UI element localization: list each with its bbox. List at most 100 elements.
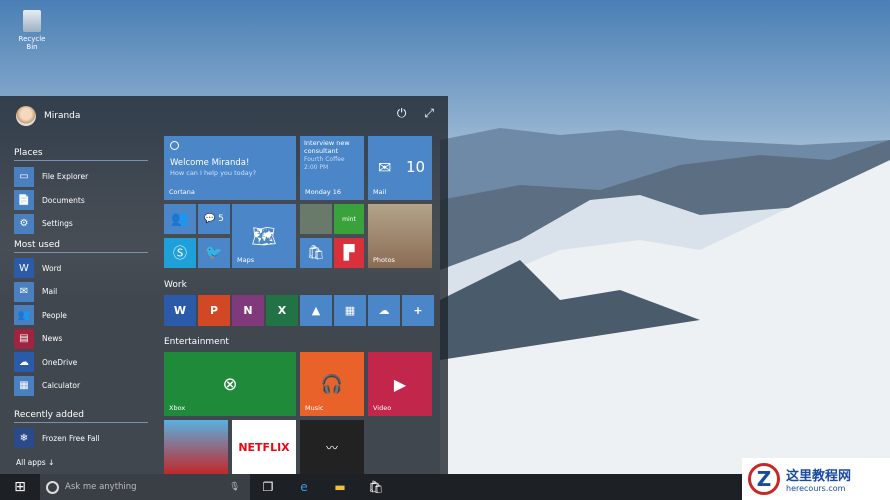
- video-label: Video: [373, 404, 392, 412]
- search-placeholder: Ask me anything: [65, 482, 137, 492]
- mail-count: 10: [406, 158, 426, 176]
- store-icon[interactable]: 🛍: [358, 480, 394, 494]
- menu-item-label: Word: [42, 263, 62, 273]
- task-view-icon[interactable]: ❐: [250, 480, 286, 494]
- mail-label: Mail: [373, 188, 387, 196]
- watermark: Z 这里教程网 herecours.com: [742, 458, 890, 500]
- menu-item-label: News: [42, 334, 63, 344]
- tile-sway[interactable]: ▲: [300, 295, 332, 326]
- menu-item-label: Mail: [42, 287, 58, 297]
- menu-item-label: People: [42, 310, 67, 320]
- tile-cortana[interactable]: Welcome Miranda! How can I help you toda…: [164, 136, 296, 200]
- menu-item-label: Calculator: [42, 381, 81, 391]
- tile-add[interactable]: +: [402, 295, 434, 326]
- document-icon: 📄: [14, 190, 34, 211]
- tile-powerpoint[interactable]: P: [198, 295, 230, 326]
- tile-calculator[interactable]: ▦: [334, 295, 366, 326]
- microphone-icon[interactable]: 🎙: [229, 482, 240, 492]
- menu-item-onedrive[interactable]: ☁ OneDrive: [14, 351, 148, 375]
- tile-maps[interactable]: 🗺 Maps: [232, 204, 296, 268]
- tile-people[interactable]: 👥: [164, 204, 196, 234]
- word-icon: W: [173, 304, 187, 317]
- tile-audio-app[interactable]: 〰: [300, 420, 364, 474]
- maps-label: Maps: [237, 256, 255, 264]
- cloud-icon: ☁: [14, 352, 34, 373]
- power-icon[interactable]: ⏻: [397, 106, 407, 121]
- xbox-label: Xbox: [169, 404, 186, 412]
- tile-twitter[interactable]: 🐦: [198, 238, 230, 268]
- menu-item-frozen-free-fall[interactable]: ❄ Frozen Free Fall: [14, 427, 148, 451]
- skype-icon: Ⓢ: [173, 246, 187, 262]
- tile-flipboard[interactable]: ▛: [334, 238, 364, 268]
- folder-icon: ▭: [14, 166, 34, 187]
- all-apps-button[interactable]: All apps ↓: [16, 458, 54, 467]
- section-title: Recently added: [14, 410, 148, 423]
- tile-messaging[interactable]: 💬 5: [198, 204, 230, 234]
- menu-item-word[interactable]: W Word: [14, 257, 148, 281]
- calendar-event: Interview new consultant: [304, 139, 350, 155]
- news-icon: ▤: [14, 328, 34, 349]
- menu-item-news[interactable]: ▤ News: [14, 327, 148, 351]
- mint-logo: mint: [342, 215, 356, 223]
- menu-item-label: Documents: [42, 195, 85, 205]
- search-box[interactable]: Ask me anything 🎙: [40, 474, 250, 500]
- tile-calendar[interactable]: Interview new consultant Fourth Coffee 2…: [300, 136, 364, 200]
- word-icon: W: [14, 258, 34, 279]
- tile-mint[interactable]: mint: [334, 204, 364, 234]
- calculator-icon: ▦: [14, 375, 34, 396]
- tile-contact-photo[interactable]: [300, 204, 332, 234]
- tile-mail[interactable]: ✉ 10 Mail: [368, 136, 432, 200]
- cortana-icon: [46, 480, 59, 494]
- onedrive-icon: ☁: [378, 304, 390, 317]
- tile-cars-game[interactable]: [164, 420, 228, 474]
- watermark-name: 这里教程网: [786, 469, 852, 484]
- sway-icon: ▲: [311, 304, 321, 317]
- tile-music[interactable]: 🎧 Music: [300, 352, 364, 416]
- people-icon: 👥: [171, 211, 189, 227]
- photos-label: Photos: [373, 256, 395, 264]
- menu-item-settings[interactable]: ⚙ Settings: [14, 212, 148, 236]
- edge-browser-icon[interactable]: e: [286, 480, 322, 494]
- menu-item-calculator[interactable]: ▦ Calculator: [14, 374, 148, 398]
- people-icon: 👥: [14, 305, 34, 326]
- section-title: Most used: [14, 240, 148, 253]
- start-left-column: Places ▭ File Explorer 📄 Documents ⚙ Settings M…: [14, 144, 148, 450]
- user-name: Miranda: [44, 111, 81, 121]
- windows-start-icon[interactable]: ⊞: [0, 479, 40, 495]
- watermark-logo: Z: [748, 463, 780, 495]
- menu-item-mail[interactable]: ✉ Mail: [14, 280, 148, 304]
- tile-xbox[interactable]: ⊗ Xbox: [164, 352, 296, 416]
- netflix-logo: NETFLIX: [238, 440, 290, 454]
- tile-onenote[interactable]: N: [232, 295, 264, 326]
- tile-netflix[interactable]: NETFLIX: [232, 420, 296, 474]
- tile-onedrive[interactable]: ☁: [368, 295, 400, 326]
- start-menu: Miranda ⏻ ⤢ Places ▭ File Explorer 📄 Document…: [0, 96, 448, 474]
- menu-item-label: Frozen Free Fall: [42, 433, 100, 443]
- tile-video[interactable]: ▶ Video: [368, 352, 432, 416]
- menu-item-file-explorer[interactable]: ▭ File Explorer: [14, 165, 148, 189]
- powerpoint-icon: P: [209, 304, 219, 317]
- music-label: Music: [305, 404, 324, 412]
- tile-word[interactable]: W: [164, 295, 196, 326]
- menu-item-people[interactable]: 👥 People: [14, 304, 148, 328]
- tile-excel[interactable]: X: [266, 295, 298, 326]
- group-entertainment-title: Entertainment: [164, 337, 229, 347]
- message-icon: 💬 5: [204, 214, 224, 224]
- group-work-title: Work: [164, 280, 187, 290]
- expand-icon[interactable]: ⤢: [424, 106, 434, 121]
- twitter-icon: 🐦: [205, 245, 223, 261]
- menu-item-label: File Explorer: [42, 172, 89, 182]
- gear-icon: ⚙: [14, 213, 34, 234]
- menu-item-label: Settings: [42, 219, 73, 229]
- tile-photos[interactable]: Photos: [368, 204, 432, 268]
- tile-skype[interactable]: Ⓢ: [164, 238, 196, 268]
- file-explorer-icon[interactable]: ▬: [322, 480, 358, 494]
- menu-item-documents[interactable]: 📄 Documents: [14, 189, 148, 213]
- calendar-location: Fourth Coffee: [304, 156, 345, 163]
- game-icon: ❄: [14, 428, 34, 449]
- calculator-icon: ▦: [344, 304, 356, 317]
- avatar: [16, 106, 36, 126]
- tile-store[interactable]: 🛍: [300, 238, 332, 268]
- recycle-bin-icon[interactable]: Recycle Bin: [12, 10, 52, 51]
- user-account[interactable]: Miranda: [16, 106, 80, 126]
